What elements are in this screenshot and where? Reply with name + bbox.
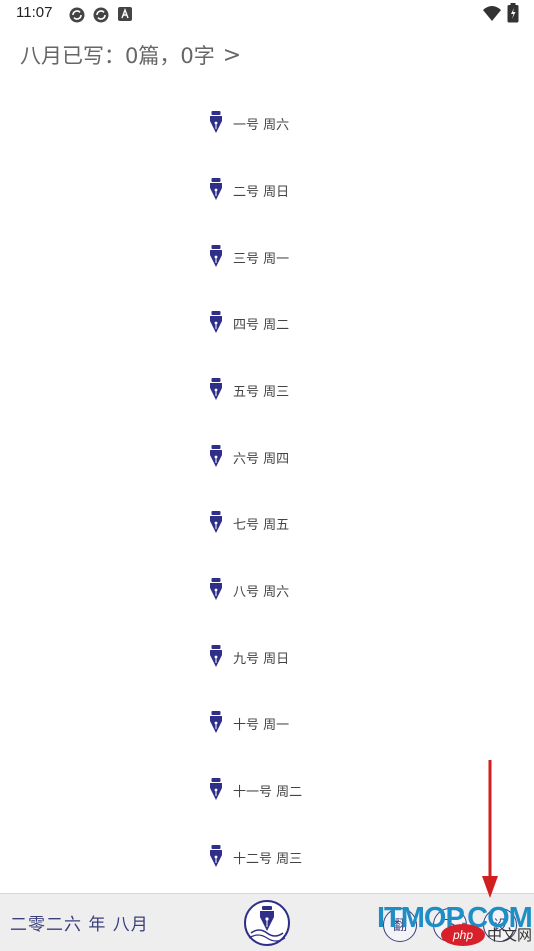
fountain-pen-icon: [210, 511, 222, 533]
day-label: 五号 周三: [233, 384, 290, 400]
watermark: ITMOP.COM php 中文网: [377, 902, 534, 950]
fountain-pen-icon: [210, 111, 222, 133]
day-label: 八号 周六: [233, 584, 290, 600]
day-label: 四号 周二: [233, 317, 290, 333]
battery-charging-icon: [507, 3, 519, 23]
fountain-pen-icon: [210, 711, 222, 733]
red-arrow-annotation: [482, 760, 498, 898]
fountain-pen-icon: [210, 845, 222, 867]
day-item[interactable]: 一号 周六: [209, 109, 289, 137]
status-time: 11:07: [16, 4, 53, 21]
chevron-right-icon: >: [222, 42, 242, 68]
watermark-php-badge: php: [441, 924, 485, 946]
day-label: 七号 周五: [233, 517, 290, 533]
day-label: 十一号 周二: [233, 784, 303, 800]
watermark-cn-text: 中文网: [487, 926, 533, 944]
day-label: 二号 周日: [233, 184, 290, 200]
day-item[interactable]: 七号 周五: [209, 509, 289, 537]
month-label[interactable]: 二零二六 年 八月: [10, 910, 149, 935]
notification-a-icon: [118, 7, 132, 21]
fountain-pen-icon: [210, 578, 222, 600]
sync-icon: [93, 7, 109, 23]
day-label: 三号 周一: [233, 251, 290, 267]
status-bar: 11:07: [0, 0, 534, 28]
day-label: 十二号 周三: [233, 851, 303, 867]
fountain-pen-icon: [210, 378, 222, 400]
day-item[interactable]: 十号 周一: [209, 709, 289, 737]
day-label: 九号 周日: [233, 651, 290, 667]
day-item[interactable]: 二号 周日: [209, 176, 289, 204]
fountain-pen-icon: [210, 311, 222, 333]
fountain-pen-icon: [210, 178, 222, 200]
day-item[interactable]: 四号 周二: [209, 309, 289, 337]
fountain-pen-icon: [210, 445, 222, 467]
day-item[interactable]: 八号 周六: [209, 576, 289, 604]
day-label: 一号 周六: [233, 117, 290, 133]
write-pen-logo-button[interactable]: [243, 899, 291, 947]
day-label: 十号 周一: [233, 717, 290, 733]
day-item[interactable]: 六号 周四: [209, 443, 289, 471]
fountain-pen-icon: [210, 778, 222, 800]
wifi-icon: [483, 6, 501, 21]
month-summary-link[interactable]: 八月已写：0篇，0字 >: [20, 40, 241, 70]
day-item[interactable]: 十一号 周二: [209, 776, 302, 804]
fountain-pen-icon: [210, 645, 222, 667]
day-label: 六号 周四: [233, 451, 290, 467]
month-summary-text: 八月已写：0篇，0字: [20, 44, 215, 68]
day-item[interactable]: 十二号 周三: [209, 843, 302, 871]
sync-icon: [69, 7, 85, 23]
fountain-pen-icon: [210, 245, 222, 267]
day-item[interactable]: 九号 周日: [209, 643, 289, 671]
day-item[interactable]: 三号 周一: [209, 243, 289, 271]
day-item[interactable]: 五号 周三: [209, 376, 289, 404]
